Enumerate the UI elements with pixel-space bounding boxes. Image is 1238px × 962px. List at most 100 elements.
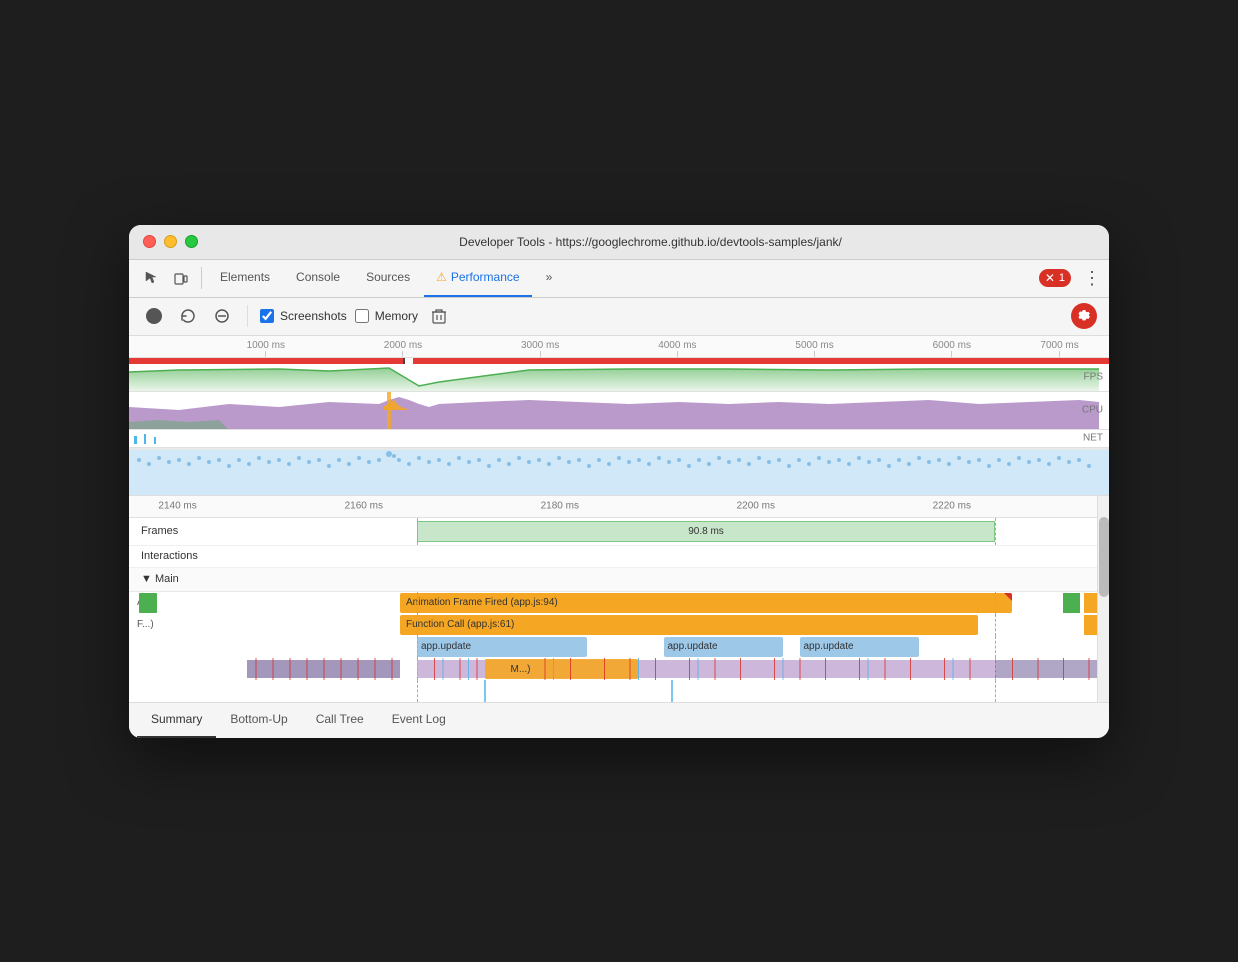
- ruler-tick-3000: 3000 ms: [521, 336, 559, 357]
- tab-console[interactable]: Console: [284, 259, 352, 297]
- ruler-tick-4000: 4000 ms: [658, 336, 696, 357]
- detail-ruler: 2140 ms 2160 ms 2180 ms 2200 ms 2220 ms: [129, 496, 1109, 518]
- error-count: 1: [1059, 272, 1065, 284]
- window-title: Developer Tools - https://googlechrome.g…: [206, 235, 1095, 249]
- memory-label: Memory: [375, 309, 418, 323]
- overview-timeline[interactable]: 1000 ms 2000 ms 3000 ms 4000 ms 5000 ms …: [129, 336, 1109, 496]
- dashed-u-1: [417, 636, 418, 658]
- reload-record-button[interactable]: [175, 303, 201, 329]
- ruler-tick-1000: 1000 ms: [247, 336, 285, 357]
- tab-sources[interactable]: Sources: [354, 259, 422, 297]
- dashed-u-2: [995, 636, 996, 658]
- flame-row-f-content: Function Call (app.js:61): [247, 614, 1097, 636]
- bottom-tab-bar: Summary Bottom-Up Call Tree Event Log: [129, 702, 1109, 738]
- app-update-2[interactable]: app.update: [664, 637, 783, 657]
- detail-panel: 2140 ms 2160 ms 2180 ms 2200 ms 2220 ms …: [129, 496, 1109, 702]
- tab-bar: Elements Console Sources ⚠ Performance »…: [129, 260, 1109, 298]
- animation-frame-block[interactable]: Animation Frame Fired (app.js:94): [400, 593, 1012, 613]
- cpu-track: CPU: [129, 392, 1109, 430]
- cpu-chart: [129, 392, 1109, 429]
- selection-start-line: [417, 518, 418, 545]
- svg-text:M...): M...): [511, 664, 531, 675]
- memory-group: Memory: [355, 309, 418, 323]
- screenshots-group: Screenshots: [260, 309, 347, 323]
- settings-button[interactable]: [1071, 303, 1097, 329]
- fps-chart: [129, 364, 1109, 391]
- error-badge[interactable]: ✕ 1: [1039, 269, 1071, 287]
- tab-more[interactable]: »: [534, 259, 565, 297]
- minimize-button[interactable]: [164, 235, 177, 248]
- ruler-tick-2000: 2000 ms: [384, 336, 422, 357]
- long-task-triangle: [1004, 593, 1012, 601]
- flame-row-update-content: app.update app.update app.update: [247, 636, 1097, 658]
- net-chart: [129, 430, 1109, 447]
- dashed-a-2: [995, 592, 996, 614]
- interactions-row: Interactions: [129, 546, 1109, 568]
- cpu-label: CPU: [1082, 405, 1103, 416]
- screenshot-thumbnails: [129, 450, 1109, 496]
- tab-event-log[interactable]: Event Log: [378, 702, 460, 738]
- dashed-f-1: [417, 614, 418, 636]
- toolbar-divider-1: [247, 305, 248, 327]
- screenshot-strip: [129, 448, 1109, 496]
- fps-label: FPS: [1084, 372, 1103, 383]
- tab-menu-button[interactable]: ⋮: [1083, 268, 1101, 289]
- scrollbar-track[interactable]: [1097, 496, 1109, 702]
- tab-summary[interactable]: Summary: [137, 702, 216, 738]
- green-marker: [139, 593, 157, 613]
- ruler-2220: 2220 ms: [933, 501, 971, 512]
- dashed-d-2: [995, 658, 996, 680]
- clear-recording-button[interactable]: [209, 303, 235, 329]
- tab-performance[interactable]: ⚠ Performance: [424, 259, 531, 297]
- device-toolbar-icon[interactable]: [167, 264, 195, 292]
- ruler-2140: 2140 ms: [158, 501, 196, 512]
- flame-row-dense: M...): [129, 658, 1109, 680]
- tab-call-tree[interactable]: Call Tree: [302, 702, 378, 738]
- function-call-block[interactable]: Function Call (app.js:61): [400, 615, 978, 635]
- dense-activity-chart: M...): [247, 658, 1097, 680]
- interactions-label: Interactions: [129, 550, 247, 562]
- ruler-tick-6000: 6000 ms: [933, 336, 971, 357]
- tab-divider-1: [201, 267, 202, 289]
- flame-row-app-update: app.update app.update app.update: [129, 636, 1109, 658]
- devtools-window: Developer Tools - https://googlechrome.g…: [129, 225, 1109, 738]
- dashed-m-2: [995, 680, 996, 702]
- flame-row-markers-content: [247, 680, 1097, 702]
- net-track: NET: [129, 430, 1109, 448]
- app-update-1[interactable]: app.update: [417, 637, 587, 657]
- net-label: NET: [1083, 433, 1103, 444]
- flame-label-f: F...): [129, 619, 247, 630]
- ruler-2160: 2160 ms: [345, 501, 383, 512]
- performance-toolbar: Screenshots Memory: [129, 298, 1109, 336]
- memory-checkbox[interactable]: [355, 309, 369, 323]
- maximize-button[interactable]: [185, 235, 198, 248]
- screenshots-checkbox[interactable]: [260, 309, 274, 323]
- ruler-tick-7000: 7000 ms: [1040, 336, 1078, 357]
- frames-bar: 90.8 ms: [417, 521, 995, 542]
- green-block-right: [1063, 593, 1080, 613]
- marker-ticks: [247, 680, 1097, 702]
- flame-row-markers: [129, 680, 1109, 702]
- flame-row-animation: A...) Animation Frame Fired (app.js:94): [129, 592, 1109, 614]
- flame-row-a-content: Animation Frame Fired (app.js:94): [247, 592, 1097, 614]
- ruler-2180: 2180 ms: [541, 501, 579, 512]
- scrollbar-thumb[interactable]: [1099, 517, 1109, 597]
- app-update-3[interactable]: app.update: [800, 637, 919, 657]
- main-section-header[interactable]: ▼ Main: [129, 568, 1109, 592]
- inspect-icon[interactable]: [137, 264, 165, 292]
- ruler-2200: 2200 ms: [737, 501, 775, 512]
- tab-elements[interactable]: Elements: [208, 259, 282, 297]
- frames-content: 90.8 ms: [247, 518, 1097, 545]
- timeline-ruler: 1000 ms 2000 ms 3000 ms 4000 ms 5000 ms …: [129, 336, 1109, 358]
- record-button[interactable]: [141, 303, 167, 329]
- close-button[interactable]: [143, 235, 156, 248]
- dashed-a-1: [417, 592, 418, 614]
- selection-end-line: [995, 518, 996, 545]
- tab-bottom-up[interactable]: Bottom-Up: [216, 702, 301, 738]
- titlebar: Developer Tools - https://googlechrome.g…: [129, 225, 1109, 260]
- frames-label: Frames: [129, 525, 247, 537]
- orange-block-right: [1084, 593, 1097, 613]
- delete-recording-button[interactable]: [426, 303, 452, 329]
- dashed-m-1: [417, 680, 418, 702]
- performance-warning-icon: ⚠: [436, 270, 447, 284]
